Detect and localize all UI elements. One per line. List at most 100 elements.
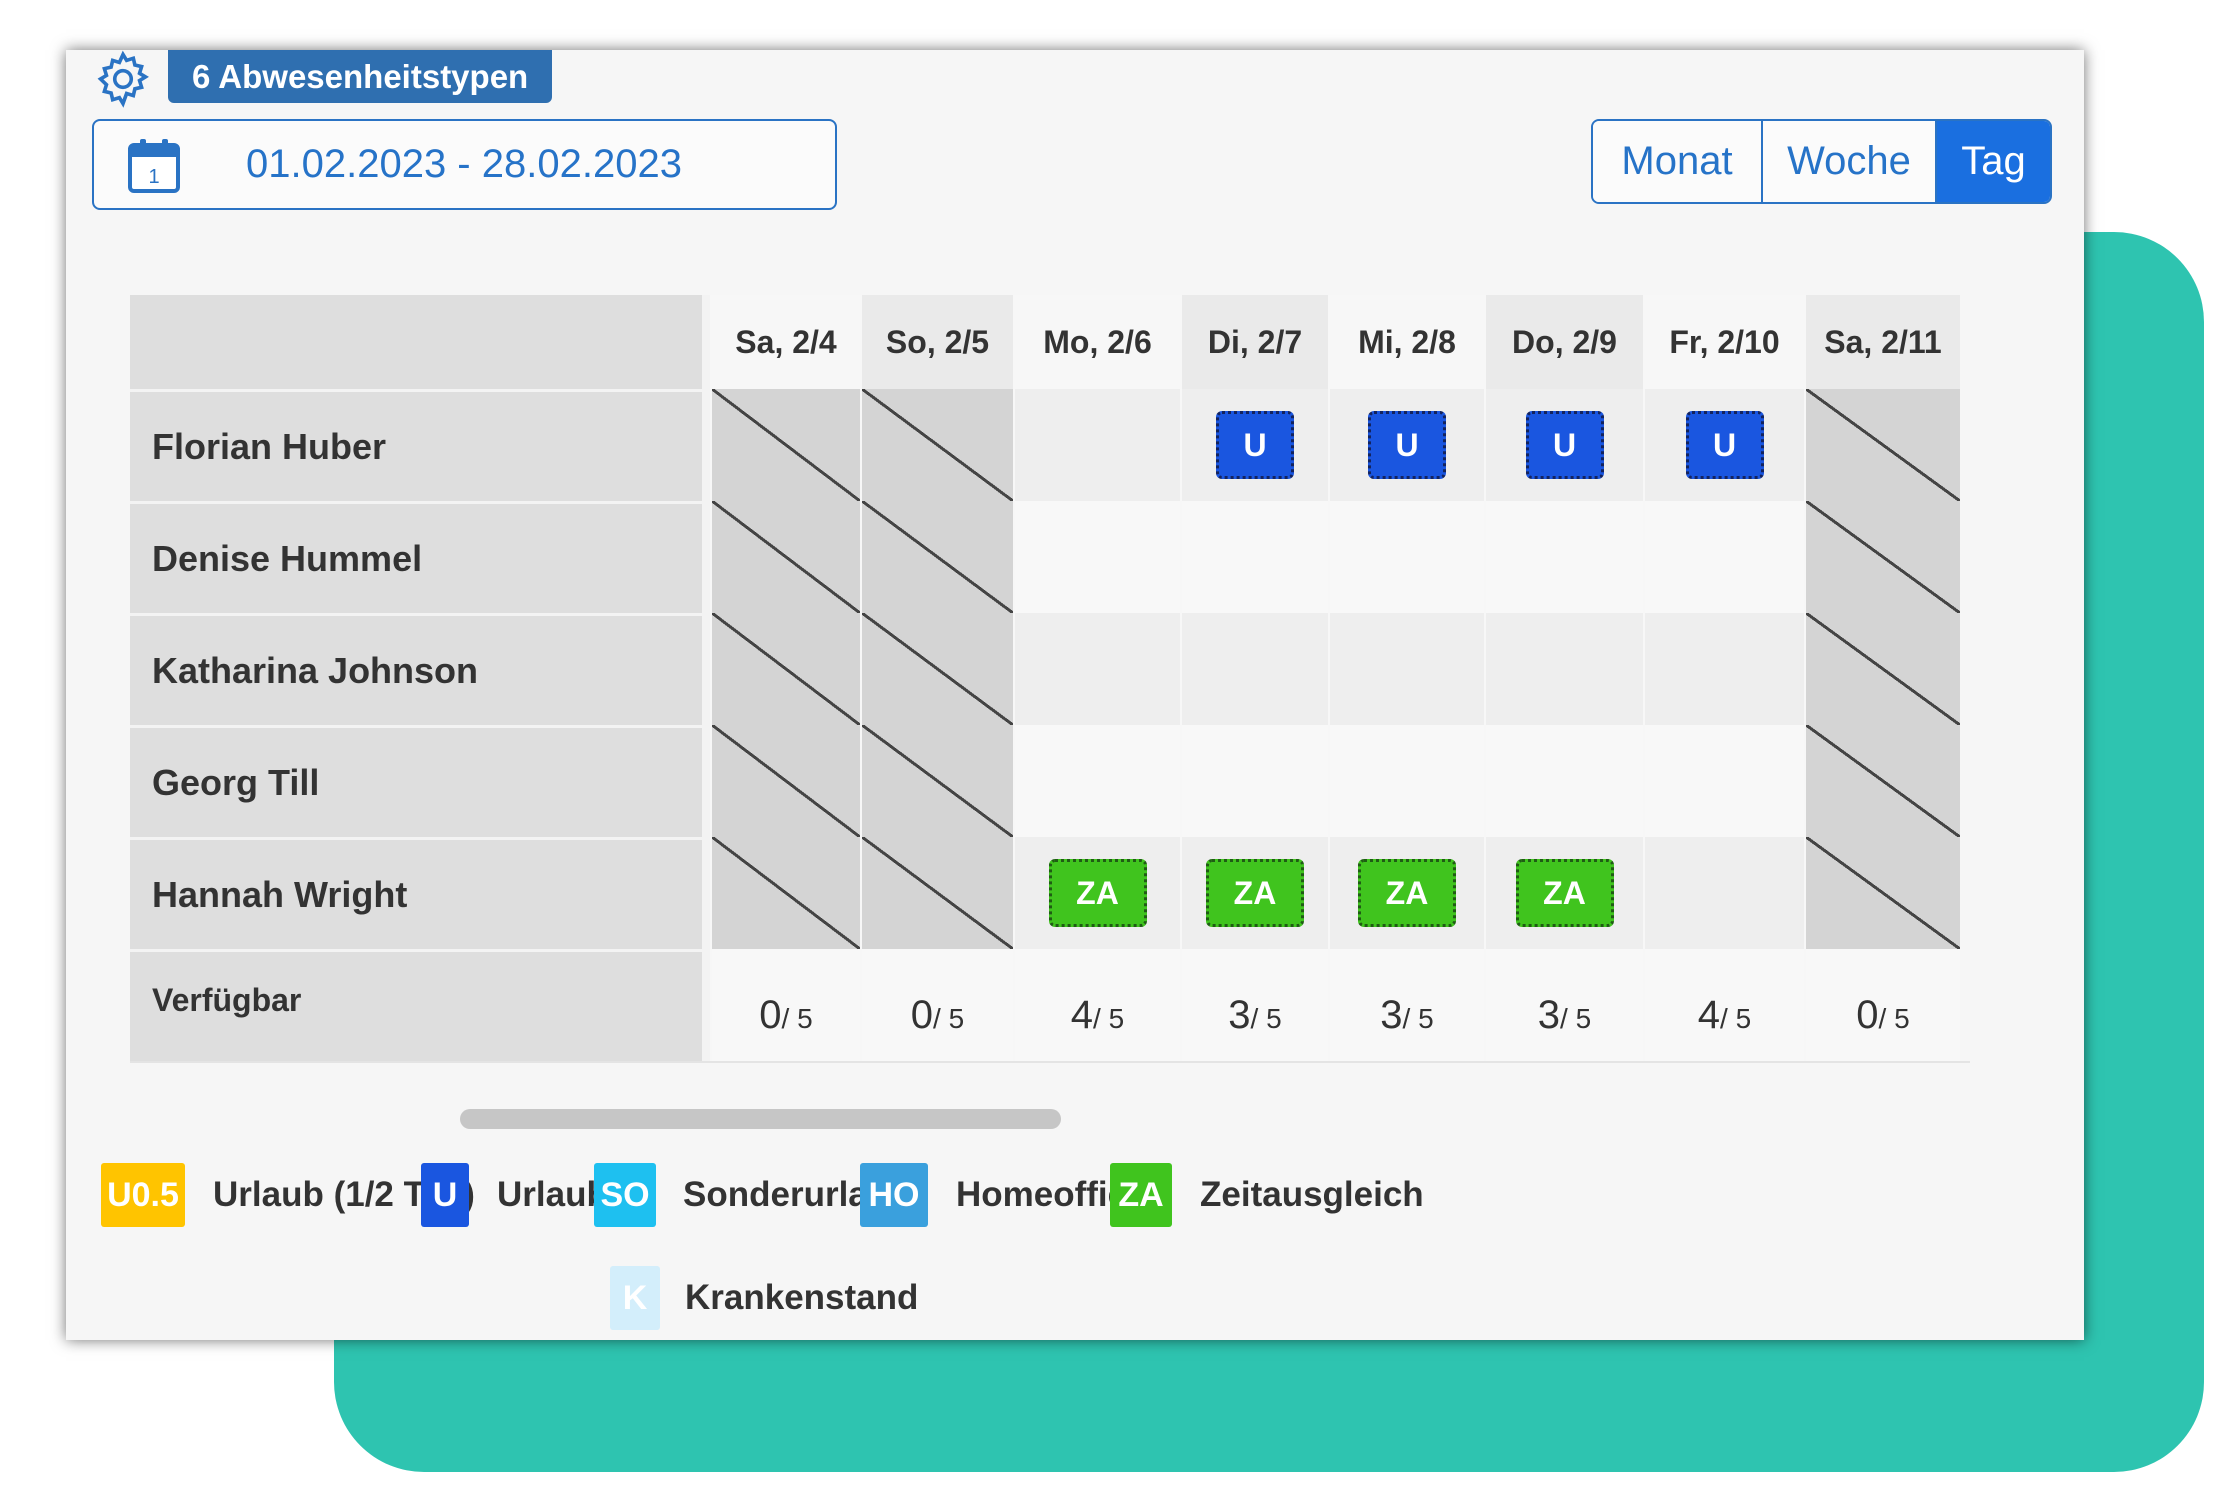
day-cell[interactable]: ZA: [1484, 837, 1643, 949]
day-cell[interactable]: ZA: [1328, 837, 1484, 949]
horizontal-scrollbar[interactable]: [460, 1109, 1061, 1129]
view-week-button[interactable]: Woche: [1763, 121, 1937, 202]
day-cell[interactable]: [710, 725, 860, 837]
day-cell[interactable]: [860, 613, 1013, 725]
day-cell[interactable]: [1804, 501, 1960, 613]
legend-badge-u: U: [421, 1163, 469, 1227]
employee-name: Hannah Wright: [130, 837, 710, 949]
availability-cell: 4/ 5: [1013, 949, 1180, 1061]
day-cell[interactable]: [710, 389, 860, 501]
available-number: 3: [1380, 992, 1403, 1037]
header-corner-cell: [130, 295, 710, 389]
day-cell[interactable]: [1328, 725, 1484, 837]
legend-badge-ho: HO: [860, 1163, 928, 1227]
day-cell[interactable]: [860, 389, 1013, 501]
day-cell[interactable]: [1180, 725, 1328, 837]
legend-badge-so: SO: [594, 1163, 656, 1227]
day-cell[interactable]: [1013, 725, 1180, 837]
availability-cell: 0/ 5: [860, 949, 1013, 1061]
day-cell[interactable]: [860, 837, 1013, 949]
day-cell[interactable]: [710, 613, 860, 725]
day-cell[interactable]: [1328, 613, 1484, 725]
day-cell[interactable]: [860, 725, 1013, 837]
day-cell[interactable]: [1804, 837, 1960, 949]
absence-calendar-panel: 6 Abwesenheitstypen 1 01.02.2023 - 28.02…: [66, 50, 2084, 1340]
view-toggle: Monat Woche Tag: [1591, 119, 2052, 204]
calendar-icon: 1: [128, 139, 180, 193]
gear-icon[interactable]: [92, 48, 154, 110]
view-day-button[interactable]: Tag: [1937, 121, 2050, 202]
employee-name: Florian Huber: [130, 389, 710, 501]
day-cell[interactable]: [1484, 725, 1643, 837]
absence-badge-urlaub[interactable]: U: [1216, 411, 1294, 479]
day-cell[interactable]: [1484, 501, 1643, 613]
availability-count: 3/ 5: [1380, 973, 1433, 1038]
day-header: Mo, 2/6: [1013, 295, 1180, 389]
day-cell[interactable]: [1013, 501, 1180, 613]
day-cell[interactable]: [1643, 837, 1804, 949]
absence-badge-zeitausgleich[interactable]: ZA: [1515, 859, 1614, 927]
available-number: 0: [910, 992, 934, 1037]
table-header-row: Sa, 2/4 So, 2/5 Mo, 2/6 Di, 2/7 Mi, 2/8 Do, 2…: [130, 295, 1970, 389]
employee-row: Denise Hummel: [130, 501, 1970, 613]
day-cell[interactable]: [1484, 613, 1643, 725]
day-cell[interactable]: U: [1643, 389, 1804, 501]
absence-badge-urlaub[interactable]: U: [1525, 411, 1604, 479]
day-header: Sa, 2/11: [1804, 295, 1960, 389]
available-number: 4: [1070, 992, 1094, 1037]
total-number: / 5: [1250, 1002, 1282, 1034]
availability-row: Verfügbar 0/ 5 0/ 5 4/ 5 3/ 5 3/ 5 3/ 5 4/ 5 0/ …: [130, 949, 1970, 1063]
availability-count: 4/ 5: [1698, 973, 1751, 1038]
day-cell[interactable]: [1013, 389, 1180, 501]
day-cell[interactable]: U: [1180, 389, 1328, 501]
employee-name: Katharina Johnson: [130, 613, 710, 725]
availability-count: 0/ 5: [759, 973, 812, 1038]
day-cell[interactable]: [1804, 613, 1960, 725]
absence-badge-urlaub[interactable]: U: [1368, 411, 1446, 479]
day-header: Mi, 2/8: [1328, 295, 1484, 389]
day-cell[interactable]: [710, 501, 860, 613]
day-header: So, 2/5: [860, 295, 1013, 389]
legend-label: Urlaub: [497, 1175, 608, 1214]
legend-badge-u0-5: U0.5: [101, 1163, 185, 1227]
employee-name: Denise Hummel: [130, 501, 710, 613]
absence-types-badge[interactable]: 6 Abwesenheitstypen: [168, 50, 553, 103]
available-number: 3: [1537, 992, 1561, 1037]
day-cell[interactable]: [860, 501, 1013, 613]
day-cell[interactable]: [1328, 501, 1484, 613]
day-cell[interactable]: [1013, 613, 1180, 725]
day-cell[interactable]: ZA: [1180, 837, 1328, 949]
absence-badge-zeitausgleich[interactable]: ZA: [1206, 859, 1304, 927]
view-month-button[interactable]: Monat: [1593, 121, 1763, 202]
total-number: / 5: [1878, 1002, 1910, 1034]
day-cell[interactable]: [1180, 613, 1328, 725]
day-cell[interactable]: U: [1328, 389, 1484, 501]
day-header: Fr, 2/10: [1643, 295, 1804, 389]
employee-row: Katharina Johnson: [130, 613, 1970, 725]
legend-label: Zeitausgleich: [1200, 1175, 1424, 1214]
day-cell[interactable]: [1804, 389, 1960, 501]
total-number: / 5: [781, 1002, 813, 1034]
legend-label: Krankenstand: [685, 1278, 919, 1317]
day-cell[interactable]: U: [1484, 389, 1643, 501]
employee-name: Georg Till: [130, 725, 710, 837]
calendar-day-number: 1: [148, 166, 159, 188]
day-cell[interactable]: ZA: [1013, 837, 1180, 949]
employee-row: Florian Huber U U U U: [130, 389, 1970, 501]
availability-cell: 4/ 5: [1643, 949, 1804, 1061]
day-cell[interactable]: [710, 837, 860, 949]
day-cell[interactable]: [1804, 725, 1960, 837]
employee-row: Georg Till: [130, 725, 1970, 837]
day-cell[interactable]: [1643, 613, 1804, 725]
total-number: / 5: [1560, 1002, 1592, 1034]
available-number: 0: [1856, 992, 1879, 1037]
absence-badge-zeitausgleich[interactable]: ZA: [1358, 859, 1456, 927]
date-range-picker[interactable]: 1 01.02.2023 - 28.02.2023: [92, 119, 837, 210]
availability-cell: 0/ 5: [1804, 949, 1960, 1061]
day-cell[interactable]: [1180, 501, 1328, 613]
day-cell[interactable]: [1643, 725, 1804, 837]
day-cell[interactable]: [1643, 501, 1804, 613]
absence-badge-zeitausgleich[interactable]: ZA: [1048, 859, 1147, 927]
legend-badge-k: K: [610, 1266, 660, 1330]
absence-badge-urlaub[interactable]: U: [1685, 411, 1764, 479]
